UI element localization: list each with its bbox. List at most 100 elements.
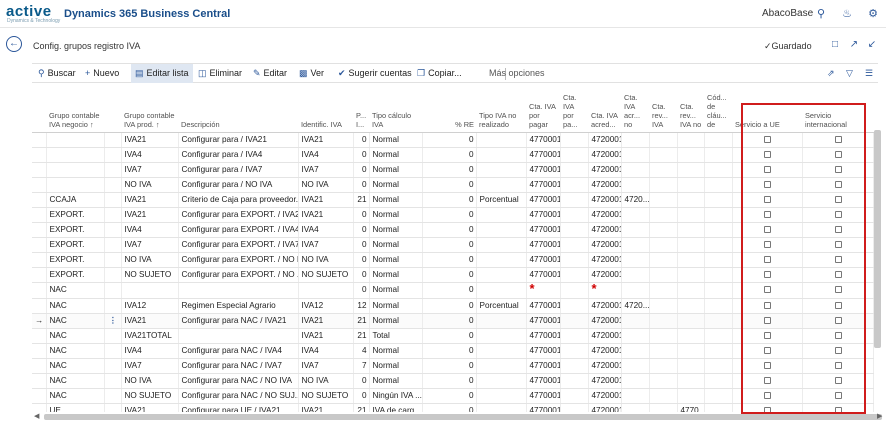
empty-cell[interactable] <box>704 298 733 314</box>
cell-prod[interactable]: IVA7 <box>121 358 179 374</box>
empty-cell[interactable] <box>704 162 733 178</box>
cell-rev[interactable] <box>677 192 705 208</box>
bookmark-icon[interactable]: □ <box>829 39 841 51</box>
cell-id[interactable]: IVA12 <box>298 298 354 314</box>
cell-acred[interactable]: 4720001 <box>588 132 622 148</box>
cell-desc[interactable]: Configurar para NAC / IVA21 <box>178 313 299 329</box>
cell-nr[interactable] <box>476 313 527 329</box>
empty-cell[interactable] <box>649 388 678 404</box>
empty-cell[interactable] <box>649 373 678 389</box>
cell-nr[interactable] <box>476 252 527 268</box>
row-menu-cell[interactable]: ⋮ <box>104 313 122 329</box>
cell-pagar[interactable]: 4770001 <box>526 313 561 329</box>
cell-acrno[interactable] <box>621 162 650 178</box>
cell-nr[interactable] <box>476 343 527 359</box>
cell-acred[interactable]: 4720001 <box>588 192 622 208</box>
cell-nr[interactable] <box>476 267 527 283</box>
cell-re[interactable]: 0 <box>422 222 477 238</box>
cell-desc[interactable]: Configurar para / IVA7 <box>178 162 299 178</box>
empty-cell[interactable] <box>704 313 733 329</box>
column-header-pct[interactable]: P... I... <box>353 88 369 133</box>
cell-neg[interactable]: NAC <box>46 388 105 404</box>
cell-nr[interactable] <box>476 237 527 253</box>
empty-cell[interactable] <box>560 177 589 193</box>
empty-cell[interactable] <box>560 132 589 148</box>
cell-calc[interactable]: Normal <box>369 192 423 208</box>
cell-calc[interactable]: IVA de carg... <box>369 403 423 412</box>
column-header-rev-nr[interactable]: Cta. rev... IVA no <box>677 88 704 133</box>
cell-desc[interactable]: Criterio de Caja para proveedor... <box>178 192 299 208</box>
empty-cell[interactable] <box>560 388 589 404</box>
suggest-accounts-button[interactable]: ✔ Sugerir cuentas <box>338 64 412 83</box>
row-menu-cell[interactable] <box>104 328 122 344</box>
cell-prod[interactable]: IVA12 <box>121 298 179 314</box>
cell-desc[interactable]: Configurar para EXPORT. / NO ... <box>178 267 299 283</box>
cell-nr[interactable]: Porcentual <box>476 298 527 314</box>
cell-pct[interactable]: 4 <box>353 343 370 359</box>
cell-pagar[interactable]: 4770001 <box>526 388 561 404</box>
cell-prod[interactable]: NO IVA <box>121 252 179 268</box>
cell-prod[interactable]: NO IVA <box>121 373 179 389</box>
cell-pct[interactable]: 21 <box>353 313 370 329</box>
cell-acred[interactable]: 4720001 <box>588 207 622 223</box>
empty-cell[interactable] <box>649 207 678 223</box>
cell-pct[interactable]: 21 <box>353 192 370 208</box>
cell-acred[interactable]: 4720001 <box>588 403 622 412</box>
cell-calc[interactable]: Normal <box>369 343 423 359</box>
cell-pagar[interactable]: 4770001 <box>526 207 561 223</box>
cell-desc[interactable]: Configurar para NAC / NO SUJ... <box>178 388 299 404</box>
gear-icon[interactable]: ⚙ <box>866 7 880 21</box>
cell-acrno[interactable] <box>621 343 650 359</box>
cell-acrno[interactable] <box>621 267 650 283</box>
back-arrow-icon[interactable]: ← <box>6 36 22 52</box>
search-button[interactable]: ⚲ Buscar <box>38 64 76 83</box>
cell-pct[interactable]: 21 <box>353 403 370 412</box>
empty-cell[interactable] <box>704 282 733 299</box>
empty-cell[interactable] <box>649 147 678 163</box>
cell-desc[interactable]: Configurar para EXPORT. / IVA7 <box>178 237 299 253</box>
cell-re[interactable]: 0 <box>422 358 477 374</box>
cell-re[interactable]: 0 <box>422 192 477 208</box>
column-header-re[interactable]: % RE <box>422 88 476 133</box>
cell-calc[interactable]: Normal <box>369 252 423 268</box>
cell-acrno[interactable] <box>621 388 650 404</box>
empty-cell[interactable] <box>649 313 678 329</box>
empty-cell[interactable] <box>649 403 678 412</box>
app-name[interactable]: Dynamics 365 Business Central <box>64 8 230 20</box>
row-menu-cell[interactable] <box>104 298 122 314</box>
cell-pct[interactable]: 0 <box>353 252 370 268</box>
empty-cell[interactable] <box>704 328 733 344</box>
cell-calc[interactable]: Normal <box>369 132 423 148</box>
cell-prod[interactable]: IVA21 <box>121 313 179 329</box>
empty-cell[interactable] <box>560 162 589 178</box>
cell-calc[interactable]: Normal <box>369 267 423 283</box>
empty-cell[interactable] <box>649 298 678 314</box>
cell-pagar[interactable]: 4770001 <box>526 373 561 389</box>
cell-acrno[interactable] <box>621 207 650 223</box>
cell-neg[interactable]: NAC <box>46 282 105 299</box>
cell-pct[interactable]: 0 <box>353 222 370 238</box>
cell-acred[interactable]: 4720001 <box>588 358 622 374</box>
column-header-rev[interactable]: Cta. rev... IVA <box>649 88 677 133</box>
cell-prod[interactable] <box>121 282 179 299</box>
cell-id[interactable]: NO IVA <box>298 373 354 389</box>
cell-nr[interactable] <box>476 373 527 389</box>
cell-calc[interactable]: Normal <box>369 358 423 374</box>
row-menu-cell[interactable] <box>104 403 122 412</box>
cell-rev[interactable] <box>677 328 705 344</box>
cell-rev[interactable] <box>677 252 705 268</box>
edit-list-button[interactable]: ▤ Editar lista <box>131 64 193 83</box>
cell-pagar[interactable]: 4770001 <box>526 222 561 238</box>
cell-nr[interactable] <box>476 162 527 178</box>
cell-re[interactable]: 0 <box>422 207 477 223</box>
cell-nr[interactable] <box>476 282 527 299</box>
empty-cell[interactable] <box>649 252 678 268</box>
empty-cell[interactable] <box>560 298 589 314</box>
empty-cell[interactable] <box>704 222 733 238</box>
cell-neg[interactable]: EXPORT. <box>46 267 105 283</box>
cell-prod[interactable]: IVA21 <box>121 192 179 208</box>
cell-acred[interactable]: 4720001 <box>588 147 622 163</box>
cell-pct[interactable]: 0 <box>353 207 370 223</box>
empty-cell[interactable] <box>704 388 733 404</box>
cell-re[interactable]: 0 <box>422 267 477 283</box>
